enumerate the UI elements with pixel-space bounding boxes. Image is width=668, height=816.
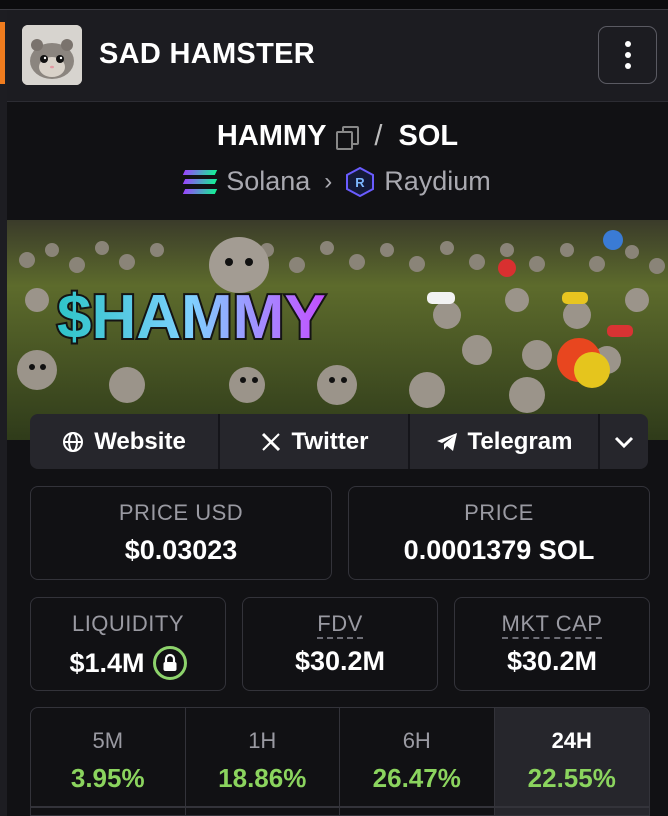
- twitter-button[interactable]: Twitter: [220, 414, 410, 469]
- mkt-cap-value: $30.2M: [506, 646, 598, 676]
- mkt-cap-label[interactable]: MKT CAP: [501, 611, 603, 639]
- active-accent: [0, 22, 5, 84]
- fdv-label[interactable]: FDV: [317, 611, 363, 639]
- tab-change-value: 3.95%: [70, 763, 145, 793]
- svg-text:R: R: [356, 175, 366, 190]
- pair-separator: /: [374, 120, 383, 152]
- tab-label: 1H: [248, 728, 277, 753]
- tab-label: 5M: [92, 728, 124, 753]
- token-header: SAD HAMSTER: [7, 10, 668, 102]
- mkt-cap-card: MKT CAP $30.2M: [454, 597, 650, 691]
- lock-icon[interactable]: [152, 646, 187, 680]
- dex-link[interactable]: Raydium: [384, 166, 491, 197]
- price-value: 0.0001379 SOL: [403, 535, 595, 565]
- website-label: Website: [94, 427, 186, 455]
- social-links-bar: Website Twitter Telegram: [30, 414, 648, 469]
- telegram-icon: [436, 432, 457, 451]
- price-usd-label: PRICE USD: [118, 500, 244, 525]
- avatar: [22, 25, 82, 85]
- solana-icon: [183, 169, 218, 194]
- left-gutter: [0, 10, 7, 816]
- price-usd-card: PRICE USD $0.03023: [30, 486, 332, 580]
- chevron-down-icon: [614, 436, 634, 448]
- tabs-bottom-divider: [30, 806, 650, 808]
- quote-symbol: SOL: [398, 120, 459, 152]
- tab-label: 24H: [551, 728, 592, 753]
- telegram-button[interactable]: Telegram: [410, 414, 600, 469]
- tab-change-value: 26.47%: [372, 763, 461, 793]
- price-usd-value: $0.03023: [124, 535, 238, 565]
- price-card: PRICE 0.0001379 SOL: [348, 486, 650, 580]
- more-links-button[interactable]: [600, 414, 648, 469]
- copy-icon[interactable]: [336, 125, 360, 150]
- price-change-tabs: 5M 3.95% 1H 18.86% 6H 26.47% 24H 22.55%: [30, 707, 650, 816]
- liquidity-label: LIQUIDITY: [71, 611, 185, 636]
- liquidity-card: LIQUIDITY $1.4M: [30, 597, 226, 691]
- chain-link[interactable]: Solana: [226, 166, 310, 197]
- token-name: SAD HAMSTER: [99, 38, 315, 70]
- kebab-menu-icon[interactable]: [598, 26, 657, 84]
- tab-1h[interactable]: 1H 18.86%: [186, 708, 340, 815]
- pair-info: HAMMY / SOL Solana › R Raydium: [7, 102, 668, 220]
- liquidity-value: $1.4M: [69, 647, 145, 678]
- globe-icon: [63, 431, 84, 452]
- tab-change-value: 22.55%: [527, 763, 616, 793]
- base-symbol: HAMMY: [216, 120, 327, 152]
- tab-label: 6H: [402, 728, 431, 753]
- tab-5m[interactable]: 5M 3.95%: [31, 708, 186, 815]
- tab-6h[interactable]: 6H 26.47%: [340, 708, 495, 815]
- x-logo-icon: [261, 432, 280, 451]
- svg-text:$HAMMY: $HAMMY: [57, 283, 326, 352]
- fdv-value: $30.2M: [294, 646, 386, 676]
- twitter-label: Twitter: [291, 427, 369, 455]
- tab-change-value: 18.86%: [218, 763, 307, 793]
- website-button[interactable]: Website: [30, 414, 220, 469]
- chevron-right-icon: ›: [324, 167, 333, 195]
- hamster-crowd-banner: $HAMMY: [7, 220, 668, 440]
- tab-24h[interactable]: 24H 22.55%: [494, 708, 649, 815]
- telegram-label: Telegram: [467, 427, 573, 455]
- fdv-card: FDV $30.2M: [242, 597, 438, 691]
- price-label: PRICE: [464, 500, 534, 525]
- raydium-icon: R: [346, 166, 375, 197]
